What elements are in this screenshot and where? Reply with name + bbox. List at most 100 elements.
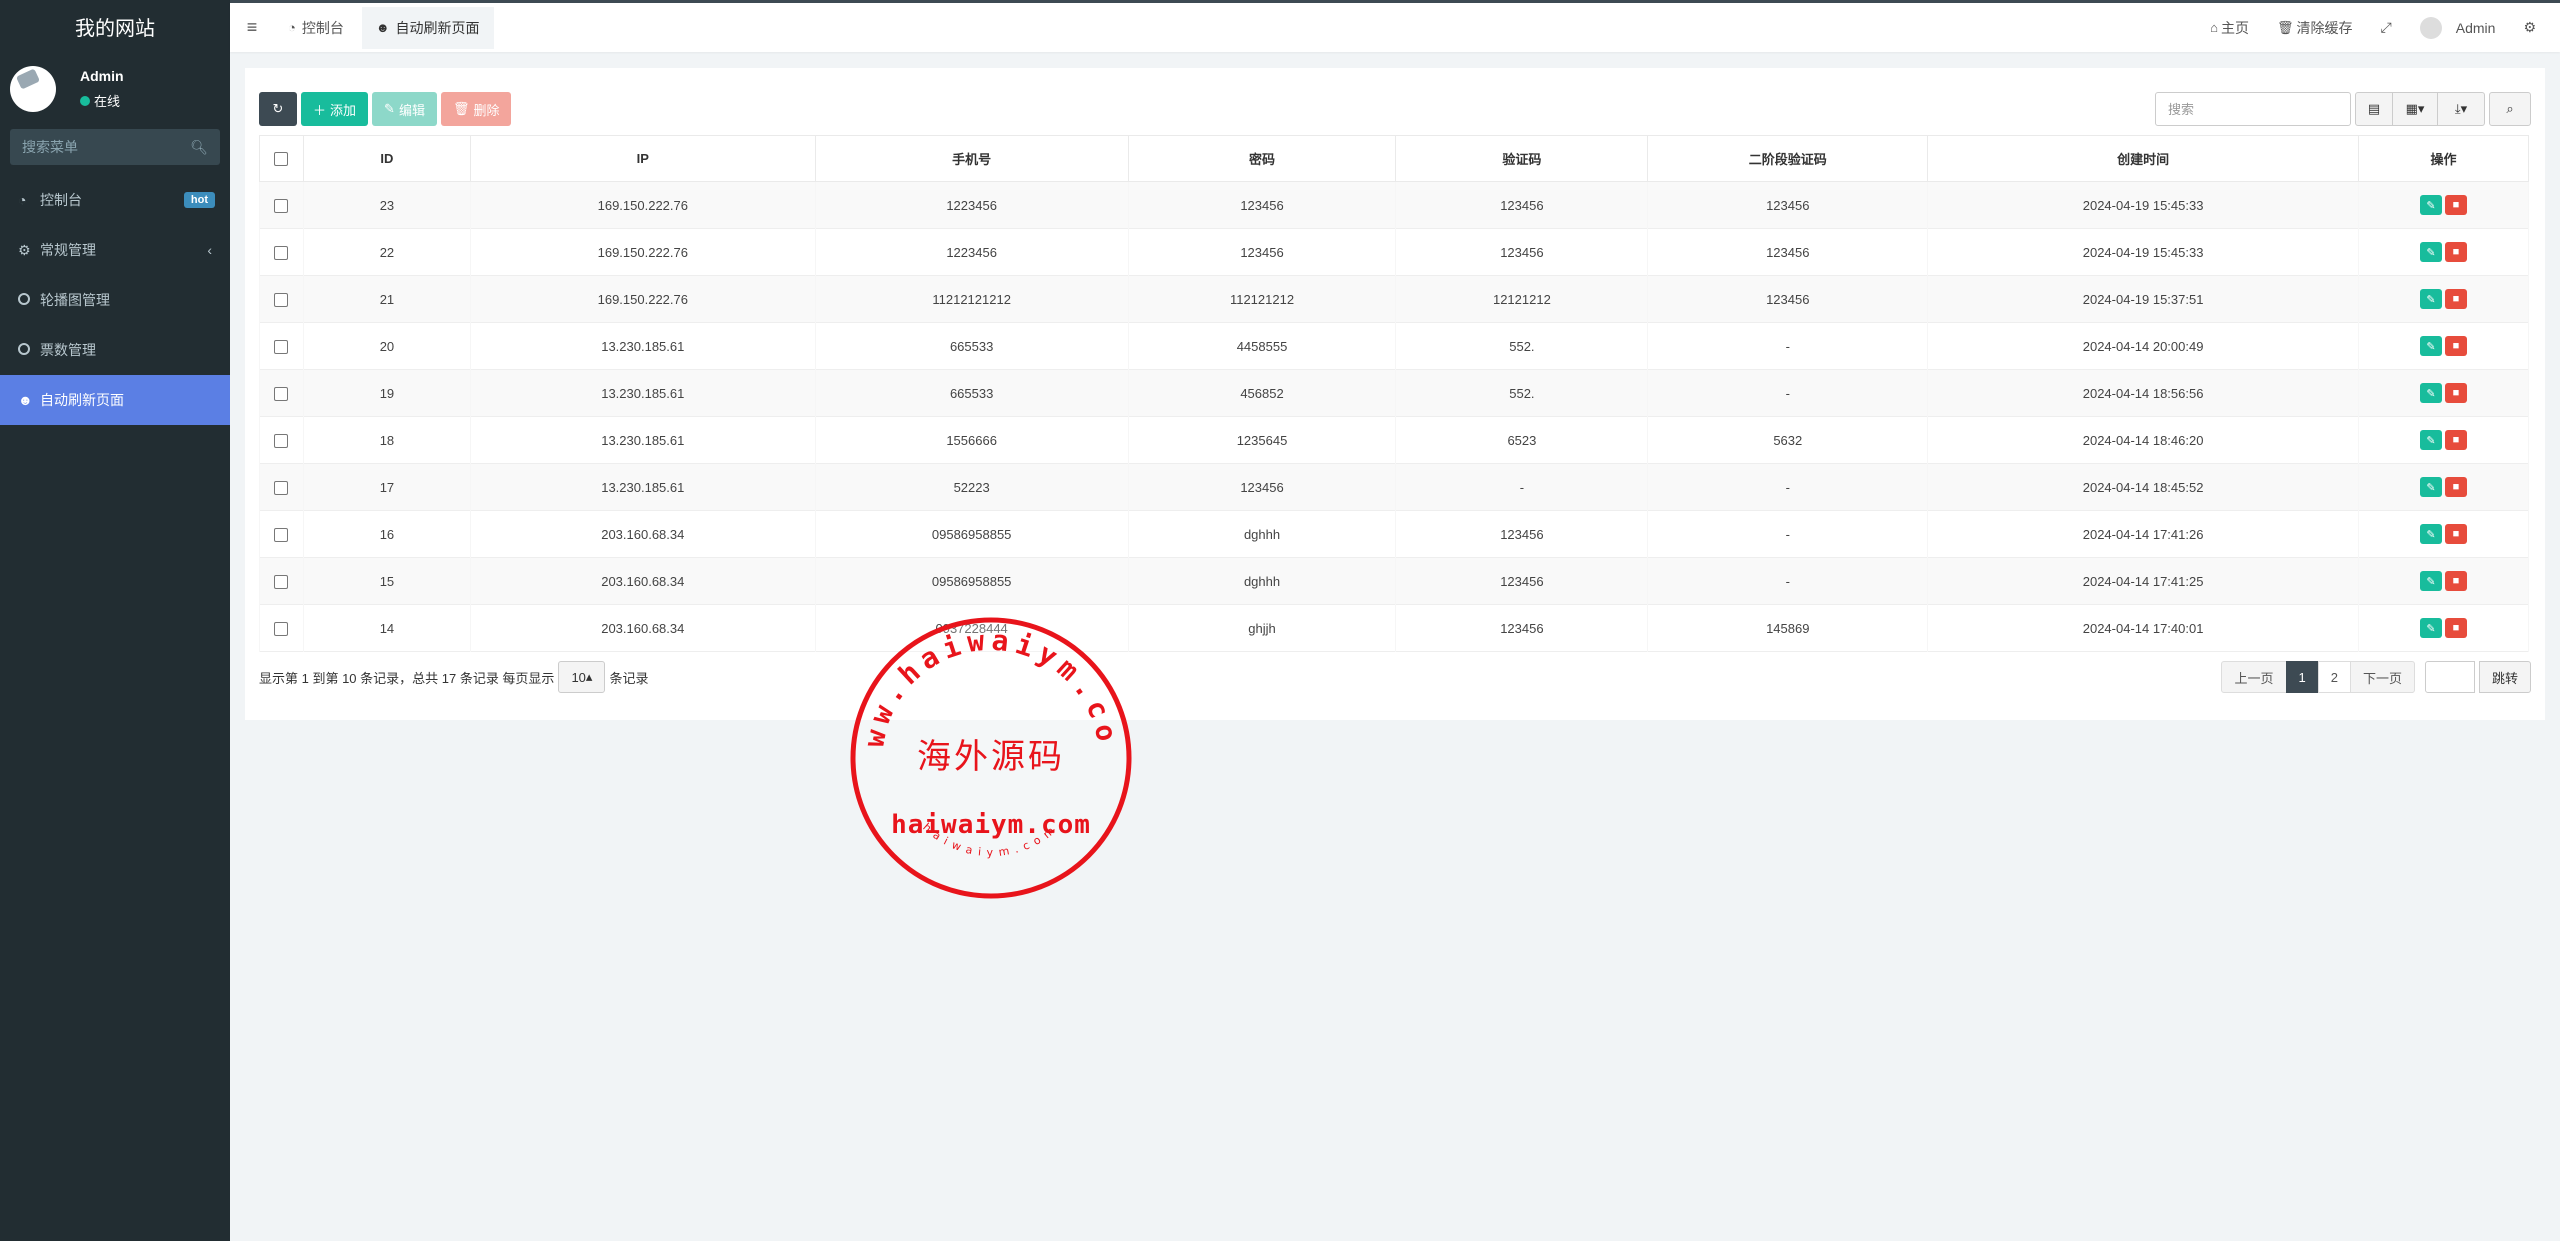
col-header: 操作 — [2357, 135, 2530, 182]
row-checkbox[interactable] — [274, 574, 289, 589]
add-button[interactable]: ＋ 添加 — [301, 92, 369, 126]
export-button[interactable]: ⤓▾ — [2437, 92, 2485, 126]
table-row[interactable]: 23 169.150.222.76 1223456 123456 123456 12345… — [259, 181, 2530, 229]
row-edit-pencil-icon[interactable]: ✎ — [2419, 242, 2442, 262]
row-checkbox[interactable] — [274, 198, 289, 213]
table-cell: 123456 — [1395, 557, 1649, 605]
user-menu[interactable]: Admin — [2406, 16, 2510, 39]
row-delete-trash-icon[interactable]: ■ — [2444, 477, 2467, 497]
table-row[interactable]: 18 13.230.185.61 1556666 1235645 6523 5632 202… — [259, 416, 2530, 464]
select-all-checkbox[interactable] — [274, 152, 289, 167]
row-checkbox[interactable] — [274, 527, 289, 542]
clear-cache-link[interactable]: 🗑︎ 清除缓存 — [2263, 18, 2367, 38]
row-edit-pencil-icon[interactable]: ✎ — [2419, 430, 2442, 450]
col-header[interactable]: 二阶段验证码 — [1647, 135, 1929, 182]
table-cell: dghhh — [1127, 557, 1397, 605]
row-delete-trash-icon[interactable]: ■ — [2444, 571, 2467, 591]
table-row[interactable]: 17 13.230.185.61 52223 123456- -2024-04-14 1… — [259, 463, 2530, 511]
table-cell: 22 — [302, 228, 471, 276]
table-row[interactable]: 14203.160.68.340937228444ghjjh1234561458… — [259, 604, 2530, 652]
row-edit-pencil-icon[interactable]: ✎ — [2419, 571, 2442, 591]
prev-page-button[interactable]: 上一页 — [2221, 661, 2287, 693]
sidebar-item-dashboard[interactable]: ◔ 控制台 hot — [0, 175, 230, 225]
tab-dashboard[interactable]: ◔ 控制台 — [274, 7, 358, 49]
table-cell: 552. — [1395, 322, 1649, 370]
fullscreen-button[interactable]: ⤢ — [2367, 19, 2406, 36]
edit-button[interactable]: ✎ 编辑 — [372, 92, 437, 126]
row-checkbox[interactable] — [274, 386, 289, 401]
cogs-icon: ⚙ — [18, 241, 31, 258]
add-label: 添加 — [330, 102, 357, 118]
col-header[interactable]: ID — [302, 135, 471, 182]
table-row[interactable]: 19 13.230.185.61 665533 456852 552. -2024-04-… — [259, 369, 2530, 417]
row-edit-pencil-icon[interactable]: ✎ — [2419, 524, 2442, 544]
sidebar-item-votes[interactable]: 票数管理 — [0, 325, 230, 375]
row-edit-pencil-icon[interactable]: ✎ — [2419, 618, 2442, 638]
row-checkbox[interactable] — [274, 245, 289, 260]
circle-icon — [18, 292, 40, 308]
row-checkbox[interactable] — [274, 621, 289, 636]
sidebar-item-carousel[interactable]: 轮播图管理 — [0, 275, 230, 325]
table-row[interactable]: 21 169.150.222.76 11212121212 112121212 1212… — [259, 275, 2530, 323]
row-delete-trash-icon[interactable]: ■ — [2444, 242, 2467, 262]
row-actions: ✎ ■ — [2357, 416, 2530, 464]
jump-page-input[interactable] — [2424, 661, 2475, 693]
hamburger-menu-icon[interactable]: ≡ — [230, 17, 274, 38]
page-2-button[interactable]: 2 — [2317, 661, 2351, 693]
home-link[interactable]: ⌂ 主页 — [2196, 18, 2263, 38]
user-status-label: 在线 — [94, 94, 121, 109]
row-edit-pencil-icon[interactable]: ✎ — [2419, 289, 2442, 309]
sidebar-item-autorefresh[interactable]: ☻ 自动刷新页面 — [0, 375, 230, 425]
row-delete-trash-icon[interactable]: ■ — [2444, 383, 2467, 403]
row-checkbox[interactable] — [274, 433, 289, 448]
row-select-cell — [259, 275, 304, 323]
col-header[interactable]: 验证码 — [1395, 135, 1649, 182]
next-page-button[interactable]: 下一页 — [2349, 661, 2415, 693]
delete-button[interactable]: 🗑︎ 删除 — [440, 92, 512, 126]
row-delete-trash-icon[interactable]: ■ — [2444, 289, 2467, 309]
page-1-button[interactable]: 1 — [2285, 661, 2319, 693]
table-search-input[interactable] — [2155, 92, 2351, 126]
row-edit-pencil-icon[interactable]: ✎ — [2419, 477, 2442, 497]
refresh-button[interactable]: ↻ — [259, 92, 297, 126]
columns-button[interactable]: ▦▾ — [2392, 92, 2438, 126]
col-header[interactable]: 手机号 — [814, 135, 1129, 182]
table-row[interactable]: 22 169.150.222.76 1223456 123456 123456 12345… — [259, 228, 2530, 276]
row-delete-trash-icon[interactable]: ■ — [2444, 336, 2467, 356]
row-delete-trash-icon[interactable]: ■ — [2444, 195, 2467, 215]
row-edit-pencil-icon[interactable]: ✎ — [2419, 383, 2442, 403]
row-checkbox[interactable] — [274, 339, 289, 354]
row-checkbox[interactable] — [274, 480, 289, 495]
table-cell: 2024-04-14 18:45:52 — [1927, 463, 2359, 511]
table-cell: 52223 — [814, 463, 1129, 511]
settings-button[interactable]: ⚙ — [2509, 19, 2550, 36]
toggle-view-button[interactable]: ▤ — [2355, 92, 2393, 126]
table-cell: 2024-04-19 15:37:51 — [1927, 275, 2359, 323]
col-header[interactable]: 创建时间 — [1927, 135, 2359, 182]
table-cell: 09586958855 — [814, 510, 1129, 558]
sidebar-item-general[interactable]: ⚙ 常规管理 ‹ — [0, 225, 230, 275]
table-row[interactable]: 20 13.230.185.61 665533 4458555 552. -2024-04… — [259, 322, 2530, 370]
table-cell: 2024-04-14 20:00:49 — [1927, 322, 2359, 370]
col-header[interactable]: IP — [469, 135, 816, 182]
row-delete-trash-icon[interactable]: ■ — [2444, 618, 2467, 638]
sidebar-search-input[interactable] — [22, 139, 182, 155]
table-row[interactable]: 16 203.160.68.34 09586958855 dghhh 123456-20… — [259, 510, 2530, 558]
jump-button[interactable]: 跳转 — [2478, 661, 2531, 693]
row-actions: ✎ ■ — [2357, 463, 2530, 511]
row-edit-pencil-icon[interactable]: ✎ — [2419, 336, 2442, 356]
table-row[interactable]: 15 203.160.68.34 09586958855 dghhh 123456-20… — [259, 557, 2530, 605]
tab-autorefresh[interactable]: ☻ 自动刷新页面 — [361, 6, 494, 49]
table-cell: 665533 — [814, 369, 1129, 417]
row-delete-trash-icon[interactable]: ■ — [2444, 430, 2467, 450]
site-title[interactable]: 我的网站 — [0, 0, 230, 52]
row-checkbox[interactable] — [274, 292, 289, 307]
search-button[interactable]: ⌕ — [2489, 92, 2531, 126]
col-header[interactable]: 密码 — [1127, 135, 1397, 182]
table-cell: 123456 — [1395, 228, 1649, 276]
search-icon[interactable]: 🔍︎ — [190, 139, 208, 156]
row-delete-trash-icon[interactable]: ■ — [2444, 524, 2467, 544]
row-edit-pencil-icon[interactable]: ✎ — [2419, 195, 2442, 215]
page-size-select[interactable]: 10 ▴ — [558, 661, 606, 693]
row-select-cell — [259, 510, 304, 558]
